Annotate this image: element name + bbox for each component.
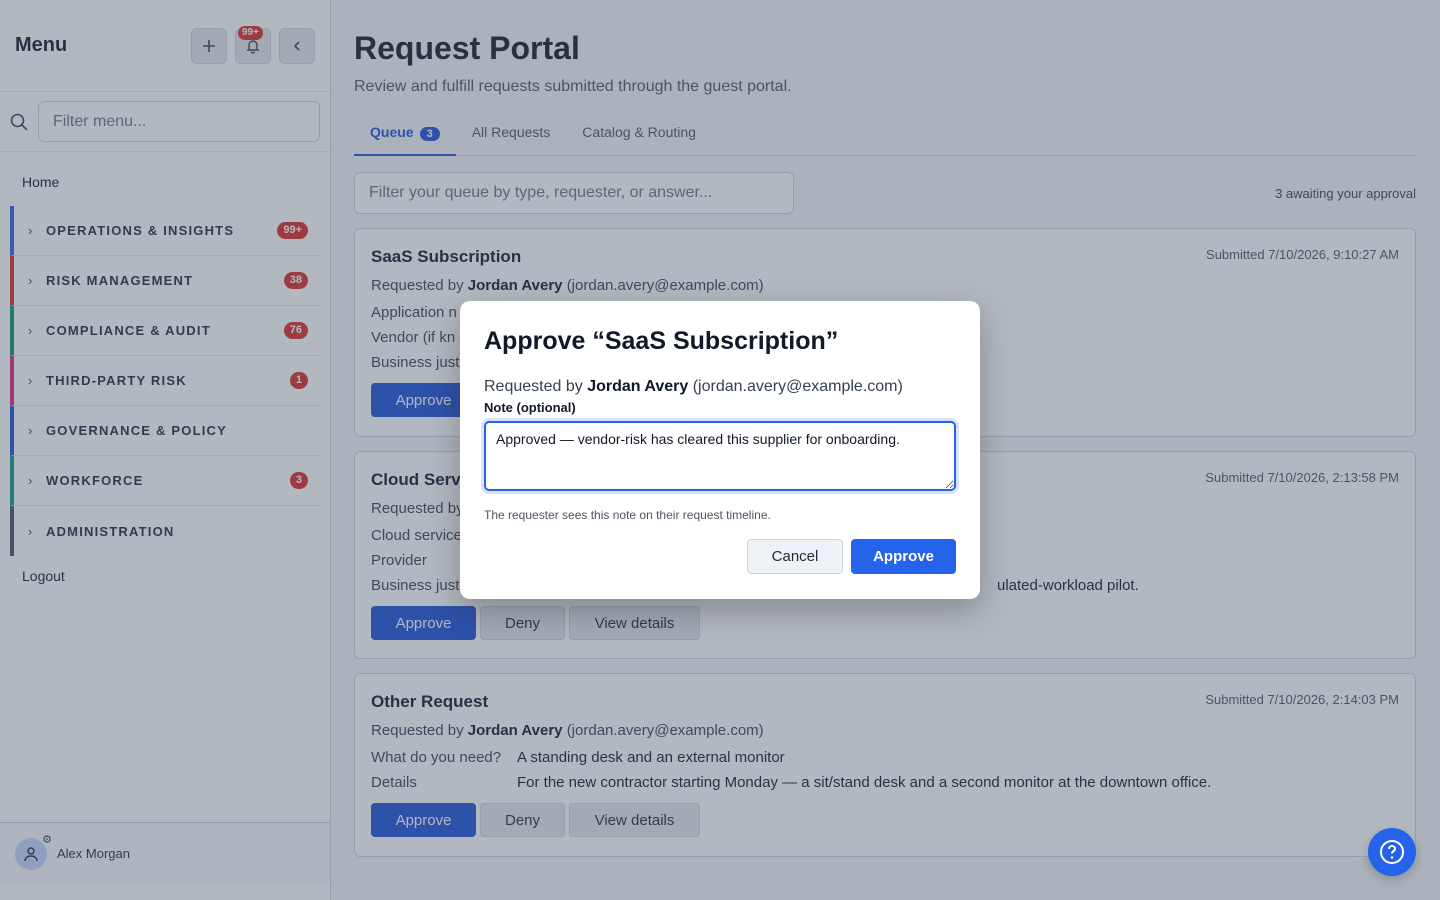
requester-email: (jordan.avery@example.com) bbox=[692, 378, 903, 395]
note-help-text: The requester sees this note on their re… bbox=[484, 508, 771, 522]
cancel-button[interactable]: Cancel bbox=[747, 539, 843, 574]
dialog-actions: Cancel Approve bbox=[747, 539, 956, 574]
dialog-requested-by: Requested by Jordan Avery (jordan.avery@… bbox=[484, 378, 956, 396]
dialog-title: Approve “SaaS Subscription” bbox=[484, 327, 839, 355]
note-label: Note (optional) bbox=[484, 400, 576, 415]
help-button[interactable] bbox=[1368, 828, 1416, 876]
approve-dialog: Approve “SaaS Subscription” Requested by… bbox=[460, 301, 980, 599]
requester-name: Jordan Avery bbox=[587, 378, 689, 395]
note-textarea[interactable]: Approved — vendor-risk has cleared this … bbox=[484, 421, 956, 491]
question-icon bbox=[1380, 840, 1404, 864]
confirm-approve-button[interactable]: Approve bbox=[851, 539, 956, 574]
requested-by-label: Requested by bbox=[484, 378, 583, 395]
